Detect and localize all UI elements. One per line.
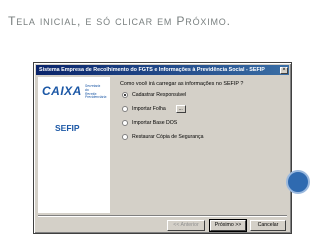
caixa-logo: CAIXA Secretaria da Receita Previdenciár…	[42, 84, 106, 100]
radio-cadastrar-responsavel[interactable]	[122, 92, 128, 98]
slide-title: Tela inicial, e só clicar em Próximo.	[8, 14, 231, 28]
radio-restaurar-copia[interactable]	[122, 134, 128, 140]
next-button[interactable]: Próximo >>	[209, 219, 247, 232]
option-label: Importar Folha	[132, 106, 166, 112]
logo-panel: CAIXA Secretaria da Receita Previdenciár…	[38, 77, 110, 213]
option-label: Cadastrar Responsável	[132, 92, 187, 98]
option-label: Restaurar Cópia de Segurança	[132, 134, 204, 140]
option-cadastrar-responsavel[interactable]: Cadastrar Responsável	[122, 90, 186, 100]
option-restaurar-copia[interactable]: Restaurar Cópia de Segurança	[122, 132, 204, 142]
back-button[interactable]: << Anterior	[167, 220, 205, 231]
option-importar-base-dos[interactable]: Importar Base DOS	[122, 118, 177, 128]
slide-bullet-icon	[286, 170, 310, 194]
radio-importar-base-dos[interactable]	[122, 120, 128, 126]
sefip-wizard-window: Sistema Empresa de Recolhimento do FGTS …	[33, 62, 292, 234]
option-label: Importar Base DOS	[132, 120, 178, 126]
caixa-logo-text: CAIXA	[42, 84, 82, 98]
button-separator	[38, 215, 287, 217]
radio-importar-folha[interactable]	[122, 106, 128, 112]
browse-folha-button[interactable]: ...	[175, 105, 186, 113]
close-icon[interactable]: ×	[280, 66, 288, 74]
sefip-logo-text: SEFIP	[55, 123, 80, 133]
load-question: Como você irá carregar as informações no…	[120, 81, 244, 87]
wizard-content: Como você irá carregar as informações no…	[114, 77, 286, 213]
cancel-button[interactable]: Cancelar	[250, 220, 286, 231]
option-importar-folha[interactable]: Importar Folha ...	[122, 104, 186, 114]
caixa-logo-subtitle: Secretaria da Receita Previdenciária	[84, 84, 107, 100]
window-titlebar: Sistema Empresa de Recolhimento do FGTS …	[36, 65, 289, 75]
window-title: Sistema Empresa de Recolhimento do FGTS …	[39, 67, 265, 73]
